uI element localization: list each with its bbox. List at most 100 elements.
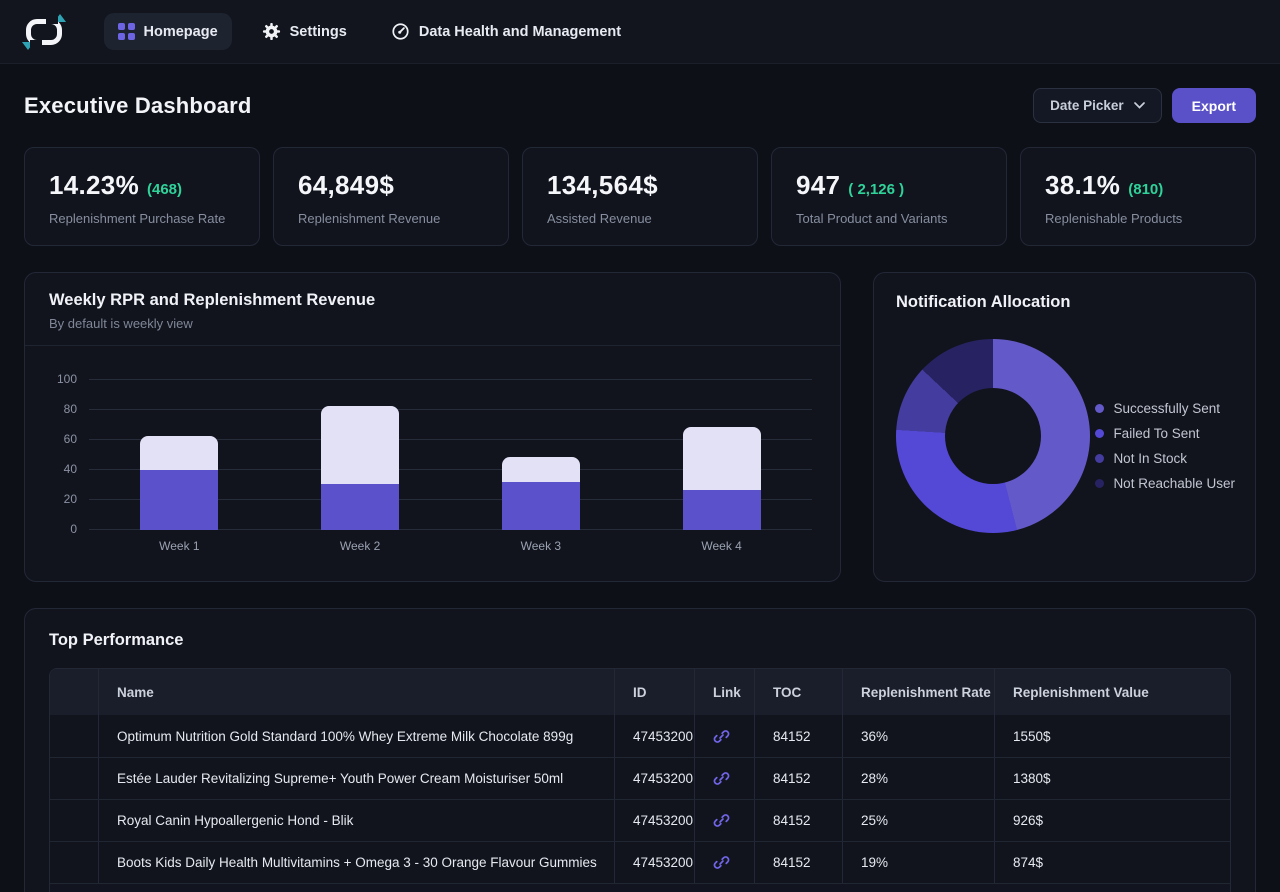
nav-item-label: Data Health and Management <box>419 24 621 40</box>
cell-toc: 84152 <box>754 715 842 757</box>
y-tick-label: 100 <box>47 372 77 386</box>
weekly-rpr-chart-card: Weekly RPR and Replenishment Revenue By … <box>24 272 841 582</box>
kpi-value: 14.23% <box>49 170 139 201</box>
table-row: Boots Kids Daily Health Multivitamins + … <box>50 841 1230 883</box>
cell-link[interactable] <box>694 800 754 841</box>
cell-name: Royal Canin Hypoallergenic Hond - Blik <box>98 800 614 841</box>
bar-segment-rpr <box>321 484 399 531</box>
legend-dot <box>1095 429 1104 438</box>
kpi-card: 64,849$ Replenishment Revenue <box>273 147 509 246</box>
table-header-cell: Replenishment Rate <box>842 669 994 715</box>
kpi-value: 64,849$ <box>298 170 394 201</box>
legend-label: Successfully Sent <box>1113 401 1220 416</box>
legend-item: Not Reachable User <box>1095 476 1235 491</box>
cell-toc: 84152 <box>754 800 842 841</box>
bar-segment-revenue <box>321 406 399 484</box>
kpi-value: 38.1% <box>1045 170 1120 201</box>
cell-id: 47453200 <box>614 842 694 883</box>
table-row: Estée Lauder Revitalizing Supreme+ Youth… <box>50 757 1230 799</box>
kpi-value: 947 <box>796 170 840 201</box>
grid-icon <box>118 23 135 40</box>
kpi-secondary-value: (810) <box>1128 181 1163 198</box>
table-header-cell: Name <box>98 669 614 715</box>
row-select-cell <box>50 758 98 799</box>
chart-title: Weekly RPR and Replenishment Revenue <box>49 291 816 310</box>
table-title: Top Performance <box>49 631 1231 650</box>
kpi-value: 134,564$ <box>547 170 658 201</box>
chart-subtitle: By default is weekly view <box>49 316 816 331</box>
link-icon <box>713 770 730 787</box>
nav-item-label: Settings <box>290 24 347 40</box>
notification-allocation-card: Notification Allocation Successfully Sen… <box>873 272 1256 582</box>
table-header-cell: Link <box>694 669 754 715</box>
cell-rate: 36% <box>842 715 994 757</box>
cell-id: 47453200 <box>614 715 694 757</box>
bar-segment-rpr <box>140 470 218 530</box>
link-icon <box>713 812 730 829</box>
donut-chart <box>896 339 1090 533</box>
export-button[interactable]: Export <box>1172 88 1256 123</box>
page: Homepage Settings <box>0 0 1280 892</box>
stacked-bar <box>502 457 580 531</box>
y-tick-label: 40 <box>47 462 77 476</box>
y-tick-label: 0 <box>47 522 77 536</box>
cell-link[interactable] <box>694 758 754 799</box>
bar-segment-revenue <box>683 427 761 490</box>
kpi-card: 134,564$ Assisted Revenue <box>522 147 758 246</box>
x-tick-label: Week 3 <box>502 539 580 553</box>
legend-label: Not In Stock <box>1113 451 1187 466</box>
row-select-cell <box>50 800 98 841</box>
nav-item-homepage[interactable]: Homepage <box>104 13 232 50</box>
table-header-cell: Replenishment Value <box>994 669 1230 715</box>
table-header-cell: ID <box>614 669 694 715</box>
x-tick-label: Week 4 <box>683 539 761 553</box>
stacked-bar <box>321 406 399 531</box>
cell-value: 874$ <box>994 842 1230 883</box>
donut-title: Notification Allocation <box>896 293 1233 312</box>
bar-segment-revenue <box>502 457 580 483</box>
cell-toc: 84152 <box>754 842 842 883</box>
link-icon <box>713 728 730 745</box>
cell-name: Estée Lauder Revitalizing Supreme+ Youth… <box>98 758 614 799</box>
table-row-partial <box>50 883 1230 892</box>
cell-name: Optimum Nutrition Gold Standard 100% Whe… <box>98 715 614 757</box>
y-tick-label: 80 <box>47 402 77 416</box>
table-row: Royal Canin Hypoallergenic Hond - Blik47… <box>50 799 1230 841</box>
donut-legend: Successfully SentFailed To SentNot In St… <box>1095 401 1235 491</box>
cell-link[interactable] <box>694 842 754 883</box>
gear-icon <box>262 22 281 41</box>
kpi-card: 14.23% (468) Replenishment Purchase Rate <box>24 147 260 246</box>
cell-value: 1380$ <box>994 758 1230 799</box>
cell-id: 47453200 <box>614 800 694 841</box>
cell-toc: 84152 <box>754 758 842 799</box>
table-header-row: NameIDLinkTOCReplenishment RateReplenish… <box>50 669 1230 715</box>
nav-item-settings[interactable]: Settings <box>258 12 361 51</box>
kpi-secondary-value: ( 2,126 ) <box>848 181 904 198</box>
date-picker-button[interactable]: Date Picker <box>1033 88 1162 123</box>
legend-dot <box>1095 479 1104 488</box>
gauge-icon <box>391 22 410 41</box>
cell-id: 47453200 <box>614 758 694 799</box>
kpi-secondary-value: (468) <box>147 181 182 198</box>
kpi-label: Replenishment Revenue <box>298 211 484 226</box>
nav-item-data-health[interactable]: Data Health and Management <box>387 12 635 51</box>
app-logo[interactable] <box>24 17 64 47</box>
legend-item: Successfully Sent <box>1095 401 1235 416</box>
cell-rate: 19% <box>842 842 994 883</box>
legend-dot <box>1095 404 1104 413</box>
table-row: Optimum Nutrition Gold Standard 100% Whe… <box>50 715 1230 757</box>
top-performance-table: NameIDLinkTOCReplenishment RateReplenish… <box>49 668 1231 892</box>
legend-label: Not Reachable User <box>1113 476 1235 491</box>
cell-name: Boots Kids Daily Health Multivitamins + … <box>98 842 614 883</box>
bar-segment-revenue <box>140 436 218 471</box>
kpi-label: Total Product and Variants <box>796 211 982 226</box>
kpi-label: Assisted Revenue <box>547 211 733 226</box>
page-title: Executive Dashboard <box>24 93 252 119</box>
kpi-label: Replenishment Purchase Rate <box>49 211 235 226</box>
cell-link[interactable] <box>694 715 754 757</box>
cell-rate: 28% <box>842 758 994 799</box>
row-select-cell <box>50 842 98 883</box>
bar-chart-plot: 100806040200 <box>89 380 812 530</box>
nav-item-label: Homepage <box>144 24 218 40</box>
kpi-card: 947 ( 2,126 ) Total Product and Variants <box>771 147 1007 246</box>
